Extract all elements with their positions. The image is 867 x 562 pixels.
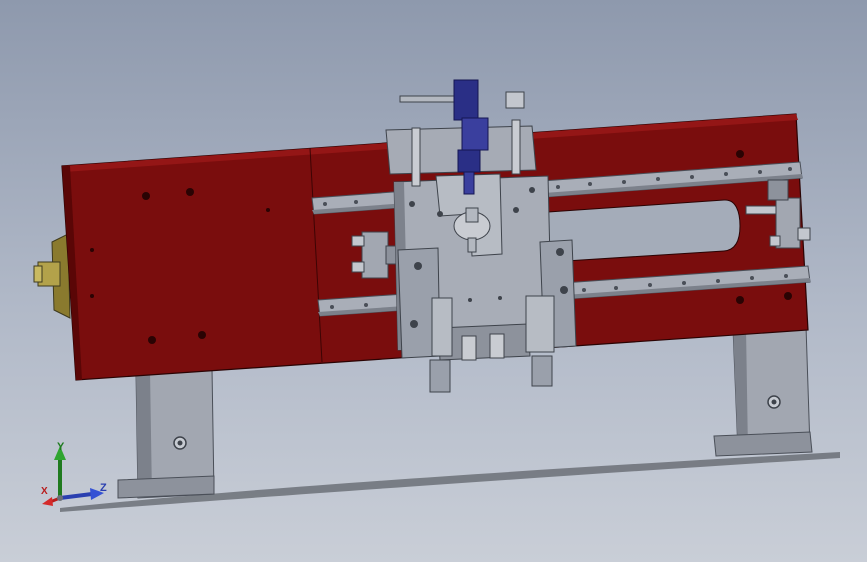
triad-z-label: Z [100,482,107,494]
right-support-leg[interactable] [713,325,813,457]
triad-x-label: X [41,486,48,497]
assembly-model[interactable] [0,0,867,562]
cad-viewport[interactable]: Y Z X [0,0,867,562]
triad-axes [42,446,104,506]
end-mount-nut[interactable] [33,233,71,319]
left-support-leg[interactable] [117,367,215,499]
view-orientation-triad[interactable]: Y Z X [38,438,118,512]
triad-y-label: Y [57,441,65,453]
